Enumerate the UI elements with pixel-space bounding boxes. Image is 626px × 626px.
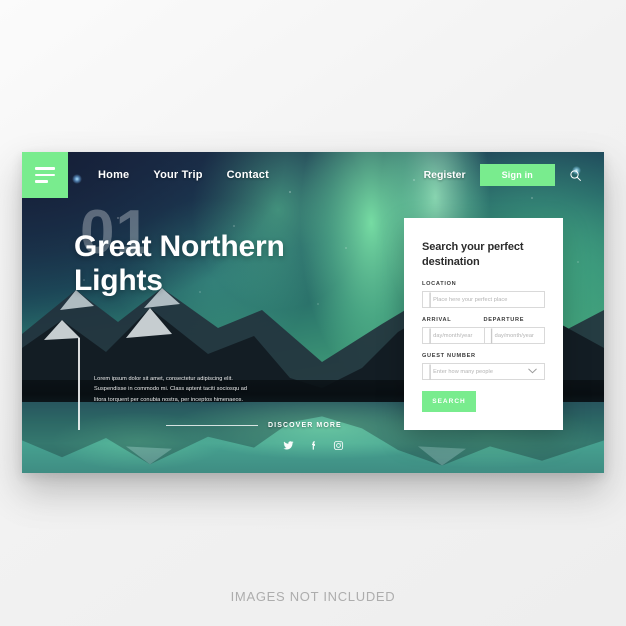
guest-number-placeholder: Enter how many people bbox=[433, 368, 493, 375]
nav-link-your-trip[interactable]: Your Trip bbox=[153, 169, 202, 181]
location-input[interactable]: | Place here your perfect place bbox=[422, 290, 545, 309]
arrival-date-input[interactable]: | day/month/year bbox=[422, 326, 484, 345]
guest-number-select[interactable]: | Enter how many people bbox=[422, 362, 545, 381]
primary-nav-links: Home Your Trip Contact bbox=[98, 152, 269, 198]
social-links bbox=[22, 438, 604, 456]
text-caret: | bbox=[428, 326, 433, 344]
menu-bar-bottom bbox=[35, 180, 48, 183]
register-link[interactable]: Register bbox=[424, 169, 466, 181]
hero-title-line-2: Lights bbox=[74, 264, 163, 298]
sign-in-button[interactable]: Sign in bbox=[479, 164, 555, 186]
chevron-down-icon[interactable] bbox=[528, 368, 537, 376]
hero-description-text: Lorem ipsum dolor sit amet, consectetur … bbox=[94, 376, 248, 403]
discover-more-link[interactable]: DISCOVER MORE bbox=[166, 422, 342, 429]
discover-more-label: DISCOVER MORE bbox=[268, 422, 342, 429]
facebook-icon[interactable] bbox=[308, 438, 319, 456]
hamburger-menu-icon[interactable] bbox=[22, 152, 68, 198]
arrival-field-label: ARRIVAL bbox=[422, 317, 452, 324]
date-fields-row: | day/month/year | day/month/year bbox=[422, 326, 545, 345]
images-not-included-caption: IMAGES NOT INCLUDED bbox=[230, 589, 396, 604]
text-caret: | bbox=[428, 362, 433, 380]
departure-date-input[interactable]: | day/month/year bbox=[483, 326, 545, 345]
twitter-icon[interactable] bbox=[282, 438, 294, 456]
search-destination-card: Search your perfect destination LOCATION… bbox=[404, 218, 563, 430]
search-button[interactable]: SEARCH bbox=[422, 391, 476, 413]
guest-number-field-label: GUEST NUMBER bbox=[422, 353, 476, 360]
top-navigation-bar: Home Your Trip Contact Register Sign in bbox=[22, 152, 604, 198]
departure-field-label: DEPARTURE bbox=[483, 317, 525, 324]
departure-placeholder: day/month/year bbox=[494, 332, 534, 339]
location-field-label: LOCATION bbox=[422, 281, 457, 288]
discover-more-rule bbox=[166, 425, 258, 426]
nav-link-contact[interactable]: Contact bbox=[227, 169, 269, 181]
nav-link-home[interactable]: Home bbox=[98, 169, 129, 181]
menu-bar-middle bbox=[35, 173, 55, 177]
hero-vertical-rule bbox=[78, 338, 80, 430]
search-icon[interactable] bbox=[569, 169, 582, 182]
arrival-placeholder: day/month/year bbox=[433, 332, 473, 339]
hero-mockup-frame: Home Your Trip Contact Register Sign in … bbox=[22, 152, 604, 473]
hero-title-line-1: Great Northern bbox=[74, 230, 285, 263]
text-caret: | bbox=[428, 290, 433, 308]
instagram-icon[interactable] bbox=[333, 438, 344, 456]
nav-actions: Register Sign in bbox=[424, 152, 582, 198]
menu-bar-top bbox=[35, 167, 55, 170]
page-title: Great Northern Lights bbox=[74, 230, 285, 298]
text-caret: | bbox=[489, 326, 494, 344]
location-placeholder: Place here your perfect place bbox=[433, 296, 508, 303]
search-card-title: Search your perfect destination bbox=[422, 241, 524, 268]
